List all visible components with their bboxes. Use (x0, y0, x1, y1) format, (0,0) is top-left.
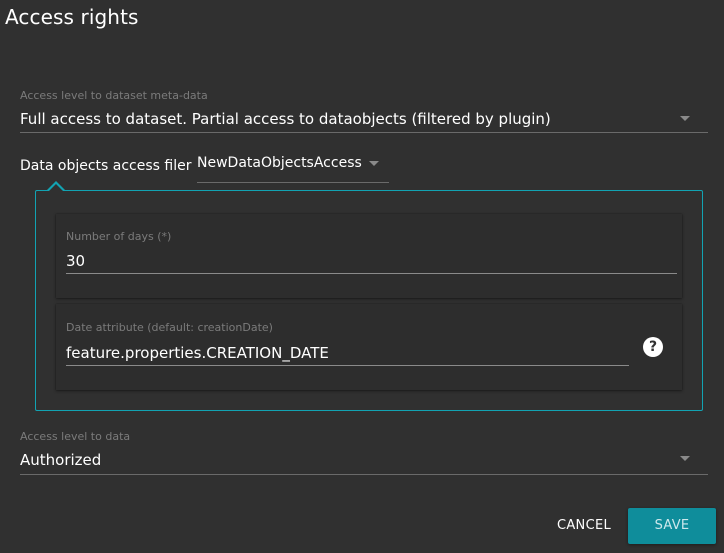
metadata-access-label: Access level to dataset meta-data (20, 89, 208, 102)
metadata-access-value: Full access to dataset. Partial access t… (20, 110, 551, 128)
data-access-label: Access level to data (20, 430, 131, 443)
date-attribute-value: feature.properties.CREATION_DATE (66, 344, 329, 362)
access-rights-dialog: Access rights Access level to dataset me… (0, 0, 724, 553)
date-attribute-label: Date attribute (default: creationDate) (66, 321, 273, 334)
help-circle-icon[interactable]: ? (643, 337, 663, 357)
days-value: 30 (66, 252, 86, 270)
metadata-access-select[interactable]: Full access to dataset. Partial access t… (20, 104, 708, 133)
data-access-select[interactable]: Authorized (20, 446, 708, 475)
chevron-down-icon (680, 456, 690, 461)
days-label: Number of days (*) (66, 230, 172, 243)
filter-value: NewDataObjectsAccess (197, 155, 362, 171)
chevron-down-icon (680, 116, 690, 121)
data-access-value: Authorized (20, 451, 102, 469)
save-button[interactable]: SAVE (628, 508, 716, 544)
filter-label: Data objects access filer (20, 158, 192, 174)
dialog-title: Access rights (5, 5, 139, 29)
chevron-down-icon (369, 161, 379, 166)
date-attribute-input[interactable]: feature.properties.CREATION_DATE (66, 340, 629, 366)
days-input[interactable]: 30 (66, 248, 677, 274)
cancel-button[interactable]: CANCEL (548, 508, 620, 544)
filter-select[interactable]: NewDataObjectsAccess (197, 150, 389, 183)
panel-pointer-inner (49, 184, 63, 191)
